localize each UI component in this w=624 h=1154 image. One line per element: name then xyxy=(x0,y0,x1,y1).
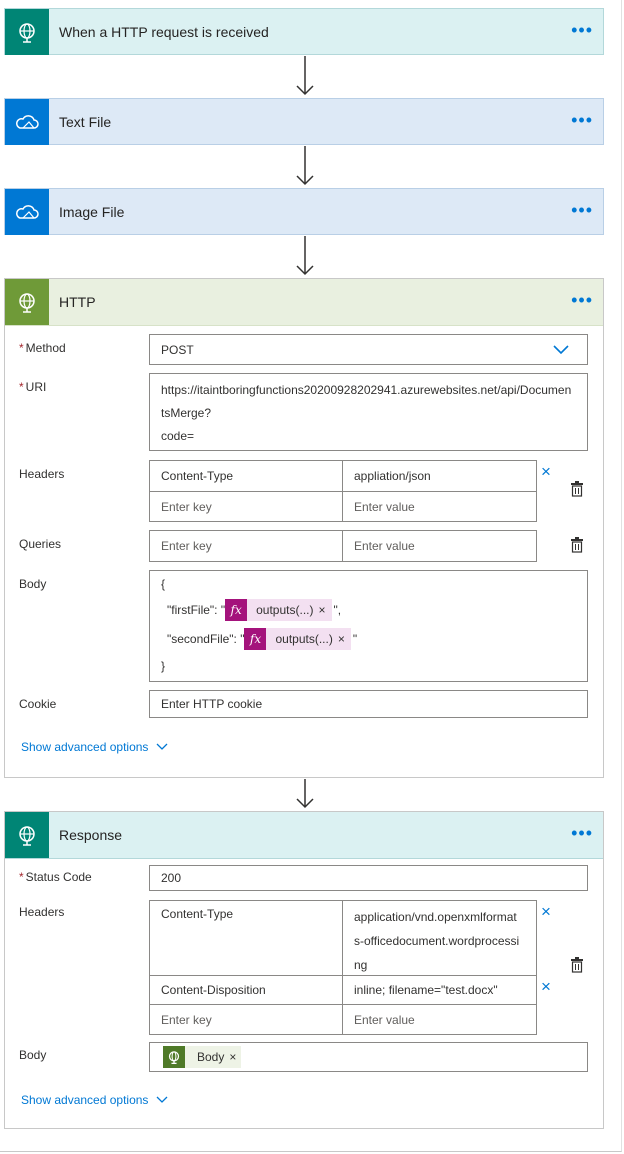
delete-icon[interactable] xyxy=(570,537,584,553)
header-key-input[interactable]: Content-Disposition xyxy=(150,976,343,1004)
body-token[interactable]: Body × xyxy=(163,1046,242,1068)
delete-icon[interactable] xyxy=(570,957,584,973)
headers-label: Headers xyxy=(19,467,65,481)
header-value-input[interactable]: inline; filename="test.docx" xyxy=(343,976,536,1004)
header-row: Content-Type application/vnd.openxmlform… xyxy=(150,901,536,976)
query-row: Enter key Enter value xyxy=(150,531,536,561)
remove-token-button[interactable]: × xyxy=(318,603,331,617)
queries-table: Enter key Enter value xyxy=(149,530,537,562)
text-file-card[interactable]: Text File ••• xyxy=(4,98,604,145)
uri-line: tsMerge? xyxy=(161,406,212,420)
body-label: Body xyxy=(19,577,47,591)
remove-header-button[interactable]: × xyxy=(541,463,551,480)
http-globe-icon xyxy=(5,279,49,325)
response-card: Response ••• * Status Code 200 Headers Co… xyxy=(4,811,604,1129)
chevron-down-icon xyxy=(156,743,168,750)
connector-arrow-icon xyxy=(296,56,314,96)
headers-table: Content-Type appliation/json Enter key E… xyxy=(149,460,537,522)
header-key-input[interactable]: Enter key xyxy=(150,492,343,521)
trigger-menu-button[interactable]: ••• xyxy=(571,21,593,39)
header-value-input[interactable]: appliation/json xyxy=(343,461,536,491)
chevron-down-icon xyxy=(553,345,569,355)
image-file-title: Image File xyxy=(59,204,125,220)
response-headers-table: Content-Type application/vnd.openxmlform… xyxy=(149,900,537,1035)
status-code-input[interactable]: 200 xyxy=(149,865,588,891)
uri-label: * URI xyxy=(19,380,47,394)
method-label: * Method xyxy=(19,341,66,355)
header-row: Content-Disposition inline; filename="te… xyxy=(150,976,536,1005)
header-key-input[interactable]: Content-Type xyxy=(150,461,343,491)
connector-arrow-icon xyxy=(296,236,314,276)
fx-icon: fx xyxy=(225,599,248,621)
status-code-label: * Status Code xyxy=(19,870,92,884)
http-globe-icon xyxy=(163,1046,185,1068)
uri-input[interactable]: https://itaintboringfunctions20200928202… xyxy=(149,373,588,451)
body-line-first: "firstFile": " fx outputs(...) × ", xyxy=(167,599,341,621)
remove-header-button[interactable]: × xyxy=(541,903,551,920)
response-body-label: Body xyxy=(19,1048,47,1062)
http-request-icon xyxy=(5,9,49,55)
body-open-brace: { xyxy=(161,577,166,591)
trigger-header[interactable]: When a HTTP request is received ••• xyxy=(5,9,603,55)
remove-token-button[interactable]: × xyxy=(229,1050,241,1064)
remove-header-button[interactable]: × xyxy=(541,978,551,995)
response-menu-button[interactable]: ••• xyxy=(571,824,593,842)
text-file-title: Text File xyxy=(59,114,112,130)
header-value-input[interactable]: application/vnd.openxmlformat s-officedo… xyxy=(343,901,536,975)
header-value-input[interactable]: Enter value xyxy=(343,492,536,521)
http-menu-button[interactable]: ••• xyxy=(571,291,593,309)
query-value-input[interactable]: Enter value xyxy=(343,531,536,561)
http-card: HTTP ••• * Method POST * URI https://itain… xyxy=(4,278,604,778)
trigger-card[interactable]: When a HTTP request is received ••• xyxy=(4,8,604,55)
remove-token-button[interactable]: × xyxy=(338,632,351,646)
method-select[interactable]: POST xyxy=(149,334,588,365)
header-key-input[interactable]: Content-Type xyxy=(150,901,343,975)
onedrive-icon xyxy=(5,99,49,145)
queries-label: Queries xyxy=(19,537,62,551)
show-advanced-options-link[interactable]: Show advanced options xyxy=(21,740,168,754)
image-file-card[interactable]: Image File ••• xyxy=(4,188,604,235)
query-key-input[interactable]: Enter key xyxy=(150,531,343,561)
header-key-input[interactable]: Enter key xyxy=(150,1005,343,1034)
response-body-input[interactable]: Body × xyxy=(149,1042,588,1072)
trigger-title: When a HTTP request is received xyxy=(59,24,269,40)
expression-token[interactable]: fx outputs(...) × xyxy=(225,599,332,621)
chevron-down-icon xyxy=(156,1096,168,1103)
connector-arrow-icon xyxy=(296,146,314,186)
body-editor[interactable]: { "firstFile": " fx outputs(...) × ", "s… xyxy=(149,570,588,682)
response-header[interactable]: Response ••• xyxy=(5,812,603,859)
text-file-menu-button[interactable]: ••• xyxy=(571,111,593,129)
image-file-header[interactable]: Image File ••• xyxy=(5,189,603,235)
delete-icon[interactable] xyxy=(570,481,584,497)
http-title: HTTP xyxy=(59,294,96,310)
body-close-brace: } xyxy=(161,659,166,673)
connector-arrow-icon xyxy=(296,779,314,809)
expression-token[interactable]: fx outputs(...) × xyxy=(244,628,351,650)
header-row: Enter key Enter value xyxy=(150,1005,536,1034)
header-row: Content-Type appliation/json xyxy=(150,461,536,492)
fx-icon: fx xyxy=(244,628,267,650)
cookie-label: Cookie xyxy=(19,697,57,711)
uri-line: https://itaintboringfunctions20200928202… xyxy=(161,383,572,397)
text-file-header[interactable]: Text File ••• xyxy=(5,99,603,145)
show-advanced-options-link[interactable]: Show advanced options xyxy=(21,1093,168,1107)
header-row: Enter key Enter value xyxy=(150,492,536,521)
cookie-input[interactable]: Enter HTTP cookie xyxy=(149,690,588,718)
onedrive-icon xyxy=(5,189,49,235)
response-title: Response xyxy=(59,827,123,843)
http-header[interactable]: HTTP ••• xyxy=(5,279,603,326)
uri-line: code= xyxy=(161,429,195,443)
header-value-input[interactable]: Enter value xyxy=(343,1005,536,1034)
method-value: POST xyxy=(161,342,194,357)
response-headers-label: Headers xyxy=(19,905,65,919)
image-file-menu-button[interactable]: ••• xyxy=(571,201,593,219)
response-globe-icon xyxy=(5,812,49,858)
body-line-second: "secondFile": " fx outputs(...) × " xyxy=(167,628,357,650)
